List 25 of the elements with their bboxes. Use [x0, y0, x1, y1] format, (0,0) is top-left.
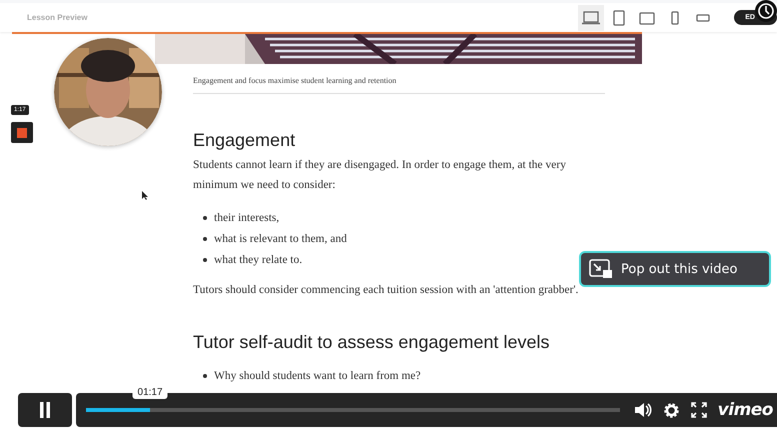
bullet-item: what they relate to. — [214, 254, 302, 266]
pop-out-button[interactable]: Pop out this video — [579, 251, 771, 287]
vimeo-logo[interactable]: vimeo — [718, 400, 773, 420]
bullet-item: their interests, — [214, 212, 280, 224]
fullscreen-icon[interactable] — [690, 402, 707, 418]
volume-icon[interactable] — [634, 402, 652, 418]
pause-icon — [38, 402, 52, 418]
stop-recording-button[interactable] — [11, 122, 33, 143]
lesson-caption: Engagement and focus maximise student learning and retention — [193, 76, 398, 85]
section-heading: Tutor self-audit to assess engagement levels — [193, 332, 551, 353]
page-title: Lesson Preview — [27, 13, 88, 22]
tablet-landscape-icon — [638, 10, 656, 26]
settings-icon[interactable] — [662, 402, 680, 418]
section-heading: Engagement — [193, 130, 296, 151]
pause-button[interactable] — [18, 393, 72, 427]
paragraph: Tutors should consider commencing each tuition session with an 'attention grabber'. — [193, 283, 580, 298]
time-tooltip: 01:17 — [132, 386, 168, 399]
cursor-icon — [142, 191, 148, 200]
laptop-icon — [582, 10, 600, 26]
paragraph: Students cannot learn if they are disengaged. In order to engage them, at the very minimum we need to consider: — [193, 158, 567, 193]
clock-icon[interactable] — [755, 0, 777, 22]
laptop-view-button[interactable] — [578, 4, 604, 30]
bullet-item: Why should students want to learn from me? — [214, 370, 421, 382]
bullet-item: what is relevant to them, and — [214, 232, 347, 244]
pop-out-icon — [589, 259, 613, 279]
